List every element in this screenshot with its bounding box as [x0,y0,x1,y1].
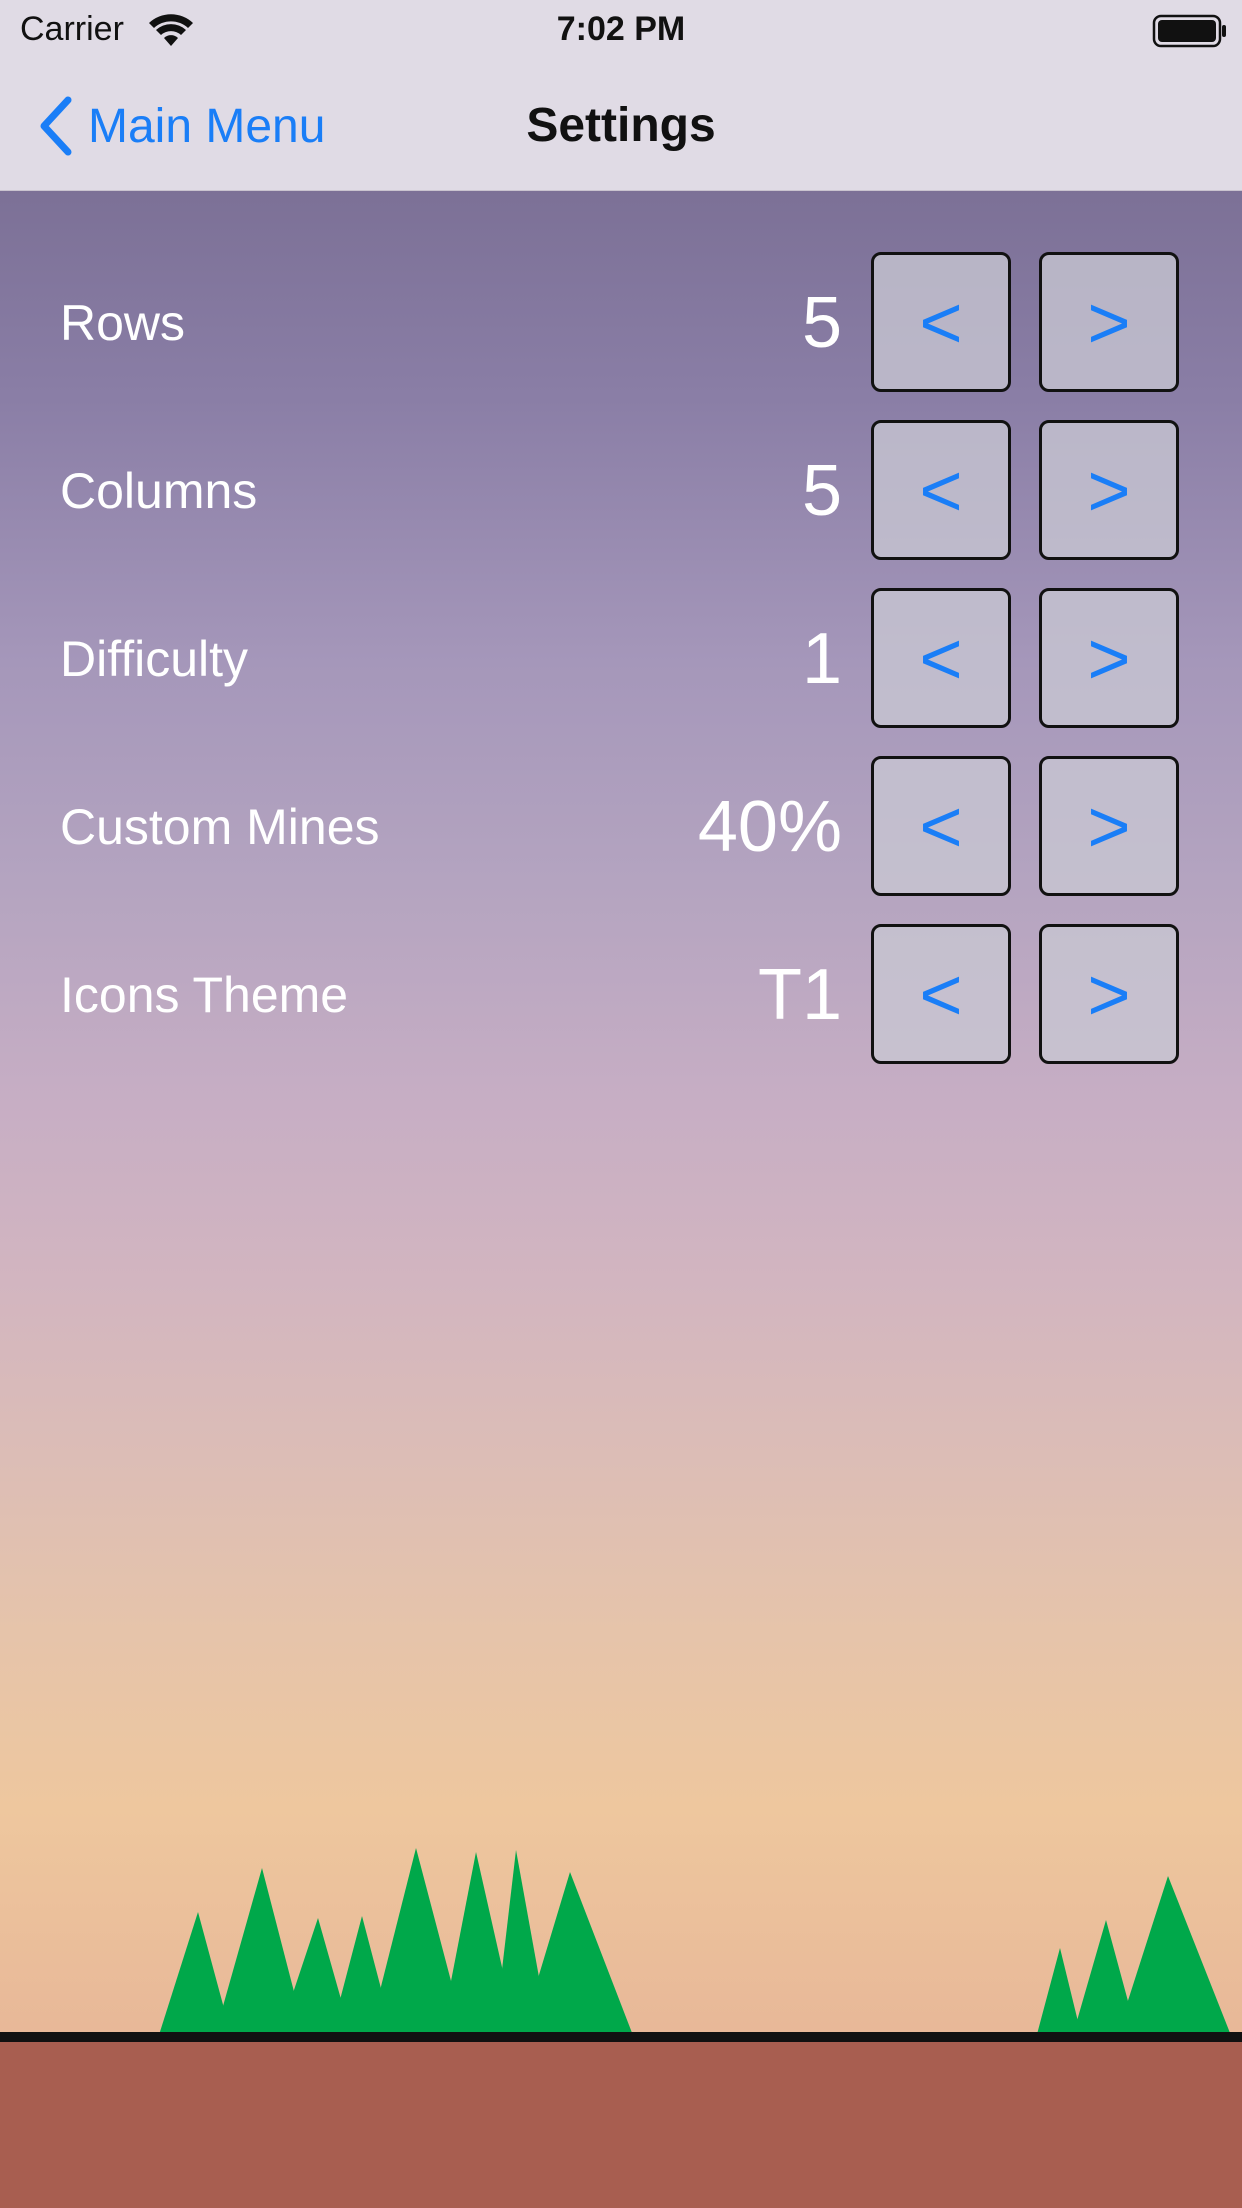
setting-row-icons-theme: Icons Theme T1 < > [0,924,1242,1066]
setting-value: 5 [801,451,842,531]
setting-value: 1 [801,619,842,699]
difficulty-increase-button[interactable]: > [1039,588,1179,728]
setting-label: Rows [60,295,186,351]
status-time: 7:02 PM [556,10,686,48]
status-bar: Carrier 7:02 PM [0,0,1242,62]
rows-increase-button[interactable]: > [1039,252,1179,392]
setting-label: Difficulty [60,631,249,687]
ground-line [0,2032,1242,2042]
rows-decrease-button[interactable]: < [871,252,1011,392]
setting-row-difficulty: Difficulty 1 < > [0,588,1242,730]
setting-row-rows: Rows 5 < > [0,252,1242,394]
icons-theme-decrease-button[interactable]: < [871,924,1011,1064]
trees-left [158,1848,634,2038]
setting-label: Columns [60,463,258,519]
columns-decrease-button[interactable]: < [871,420,1011,560]
icons-theme-increase-button[interactable]: > [1039,924,1179,1064]
battery-full-icon [1152,14,1226,48]
page-title: Settings [526,99,716,152]
difficulty-decrease-button[interactable]: < [871,588,1011,728]
setting-row-columns: Columns 5 < > [0,420,1242,562]
columns-increase-button[interactable]: > [1039,420,1179,560]
setting-value: 5 [801,283,842,363]
trees-right [1036,1876,1232,2038]
setting-label: Icons Theme [60,967,349,1023]
setting-value: T1 [757,955,842,1035]
ground [0,2038,1242,2208]
setting-value: 40% [697,787,842,867]
custom-mines-increase-button[interactable]: > [1039,756,1179,896]
custom-mines-decrease-button[interactable]: < [871,756,1011,896]
navigation-bar: Main Menu Settings [0,62,1242,191]
setting-row-custom-mines: Custom Mines 40% < > [0,756,1242,898]
setting-label: Custom Mines [60,799,380,855]
